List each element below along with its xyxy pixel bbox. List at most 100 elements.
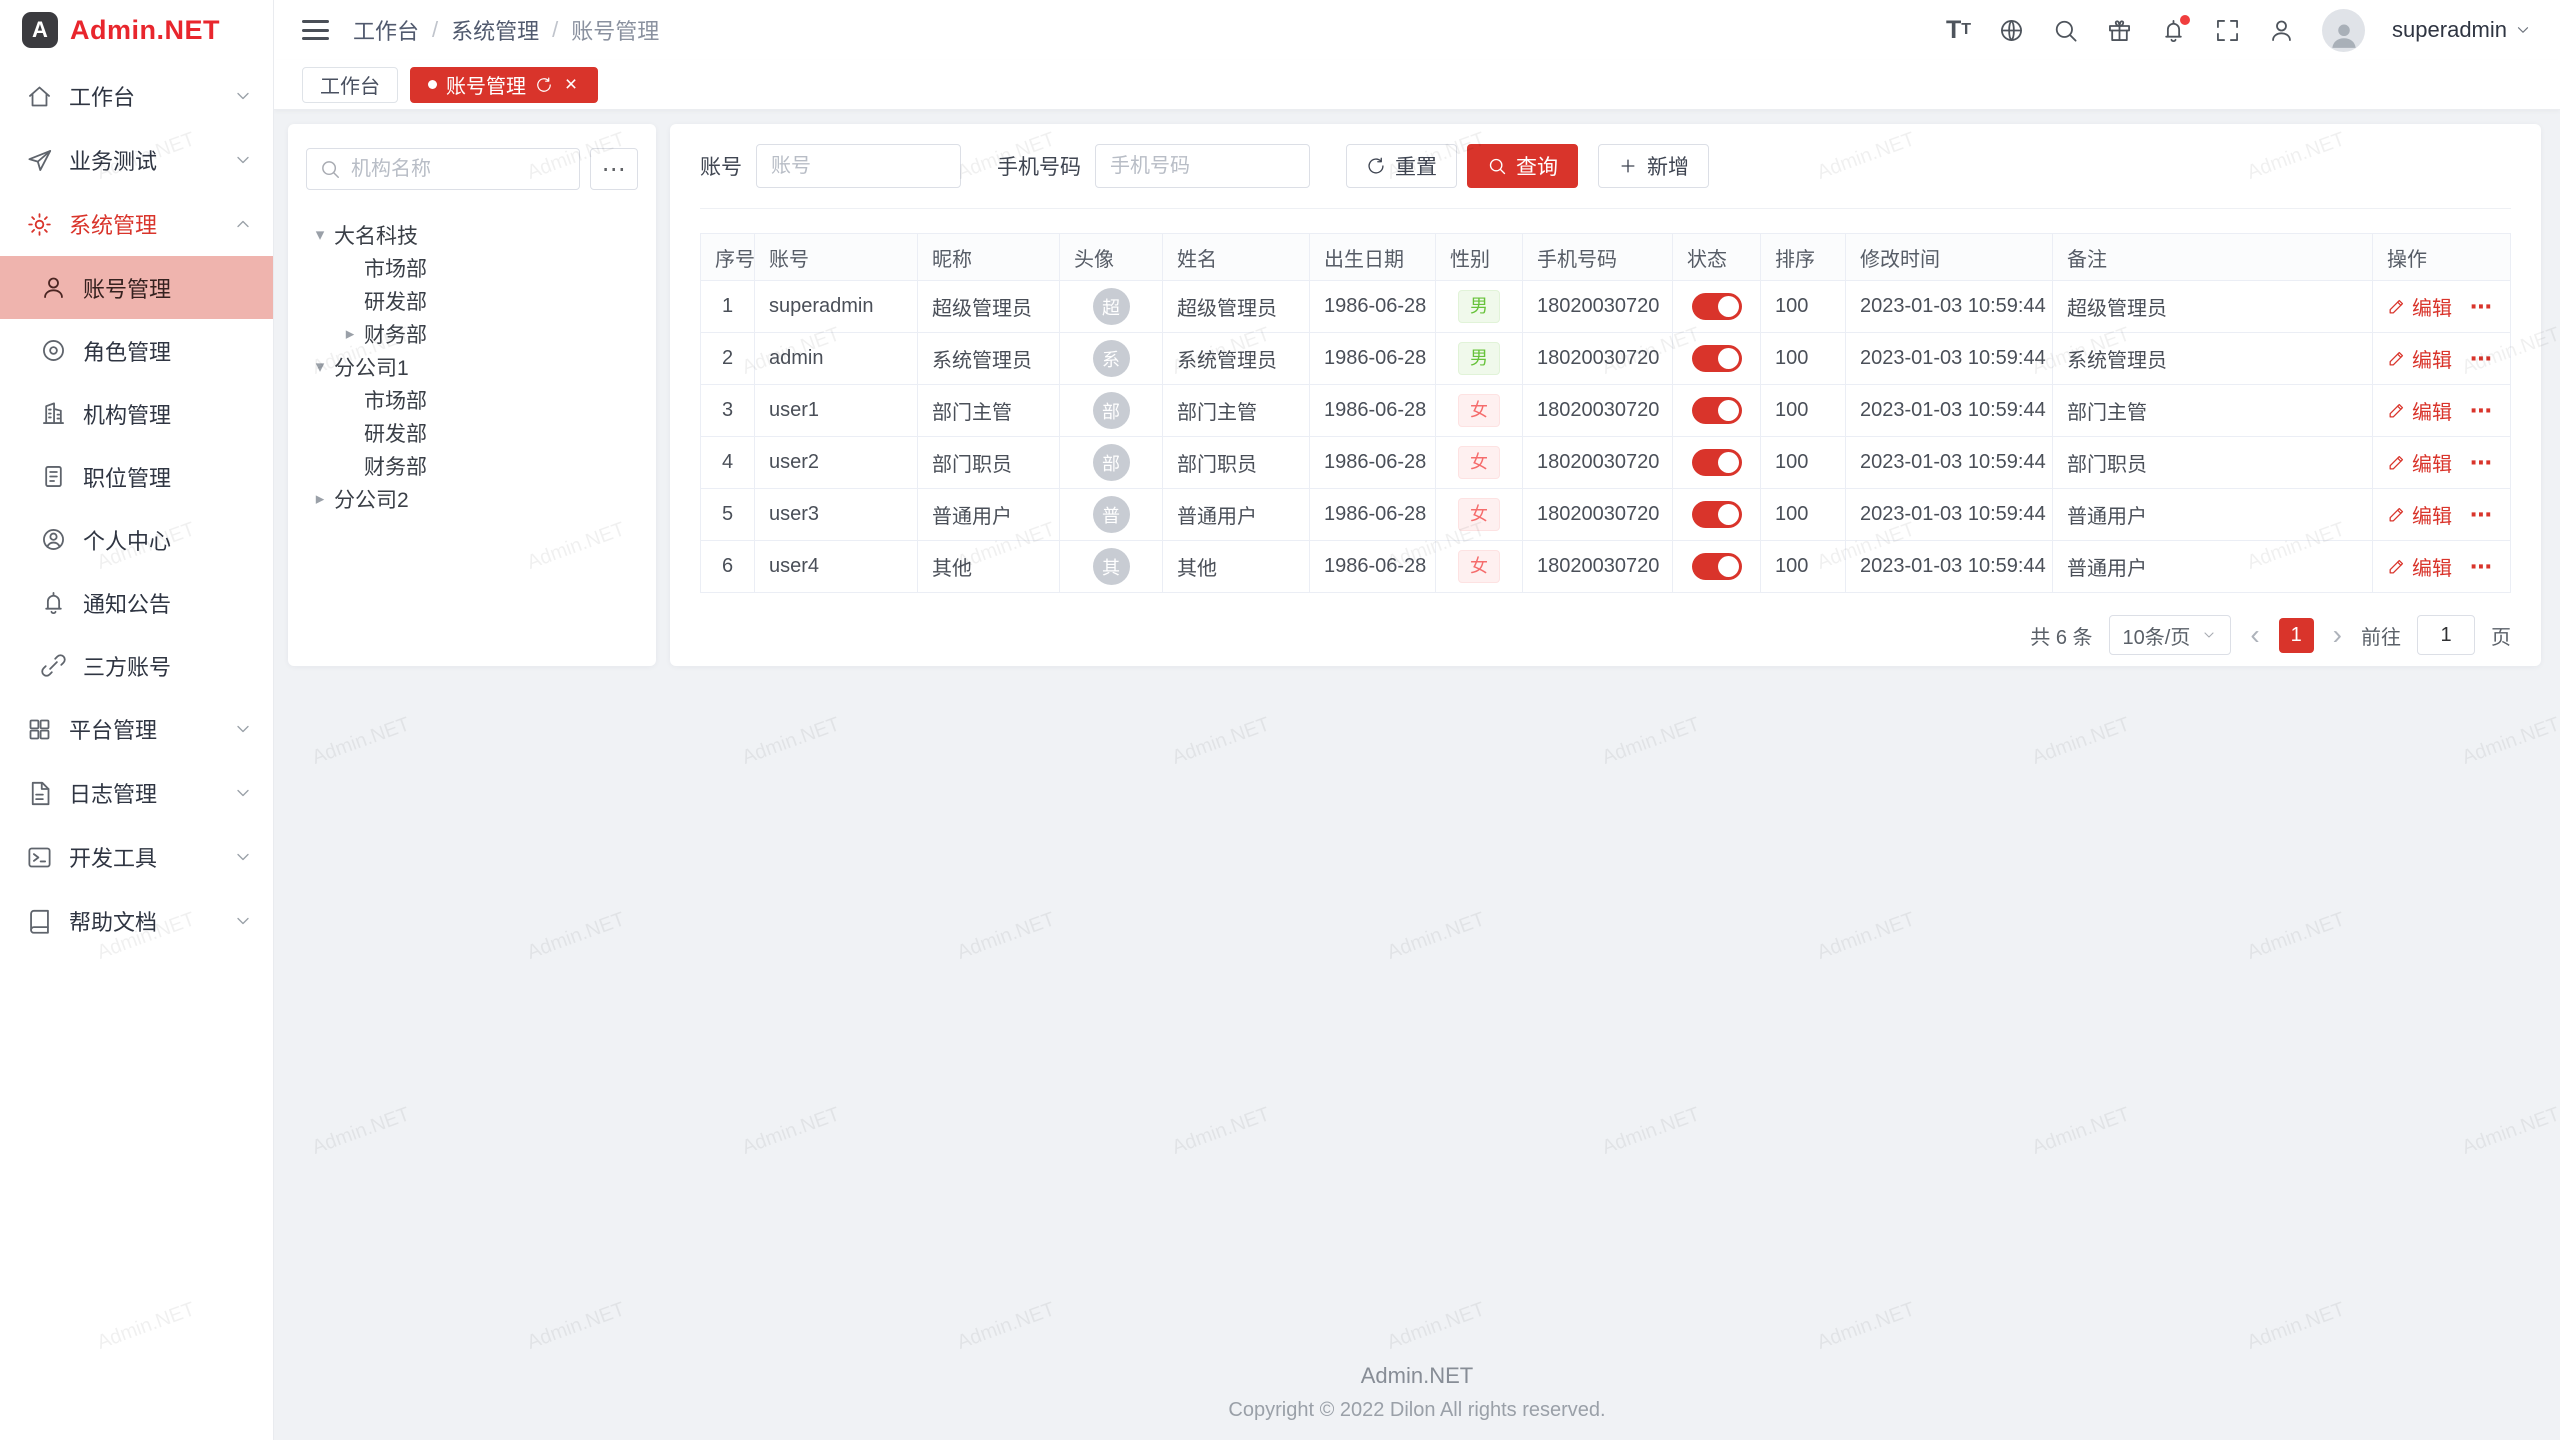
cell-modified: 2023-01-03 10:59:44	[1846, 333, 2053, 385]
sidebar-subitem-notice[interactable]: 通知公告	[0, 571, 273, 634]
row-more-button[interactable]: ⋯	[2470, 346, 2493, 371]
next-page-button[interactable]: ›	[2330, 621, 2345, 649]
sidebar-subitem-account-manage[interactable]: 账号管理	[0, 256, 273, 319]
status-toggle[interactable]	[1692, 553, 1742, 580]
search-button[interactable]: 查询	[1467, 144, 1578, 188]
row-more-button[interactable]: ⋯	[2470, 502, 2493, 527]
profile-user-icon[interactable]	[2268, 17, 2295, 44]
edit-button[interactable]: 编辑	[2387, 344, 2452, 373]
status-toggle[interactable]	[1692, 293, 1742, 320]
row-avatar: 系	[1093, 340, 1130, 377]
status-toggle[interactable]	[1692, 345, 1742, 372]
tree-node[interactable]: 市场部	[306, 251, 638, 284]
tree-node[interactable]: 研发部	[306, 284, 638, 317]
search-icon[interactable]	[2052, 17, 2079, 44]
sidebar-item-system-manage[interactable]: 系统管理	[0, 192, 273, 256]
edit-button[interactable]: 编辑	[2387, 552, 2452, 581]
menu-collapse-icon[interactable]	[302, 20, 329, 40]
status-toggle[interactable]	[1692, 501, 1742, 528]
sidebar-item-log-manage[interactable]: 日志管理	[0, 761, 273, 825]
breadcrumb-item[interactable]: 工作台	[353, 14, 419, 46]
tree-node[interactable]: 研发部	[306, 416, 638, 449]
org-search-input[interactable]	[306, 148, 580, 190]
font-size-icon[interactable]: TT	[1946, 17, 1971, 44]
sidebar-subitem-role-manage[interactable]: 角色管理	[0, 319, 273, 382]
sidebar-subitem-label: 三方账号	[83, 650, 253, 682]
user-menu[interactable]: superadmin	[2392, 17, 2532, 43]
caret-down-icon[interactable]: ▾	[306, 225, 334, 245]
goto-page-input[interactable]	[2417, 615, 2475, 655]
cell-account: user1	[755, 385, 918, 437]
page-size-select[interactable]: 10条/页	[2109, 615, 2232, 655]
breadcrumb-item[interactable]: 账号管理	[571, 14, 659, 46]
language-icon[interactable]	[1998, 17, 2025, 44]
tree-more-button[interactable]: ⋯	[590, 148, 638, 190]
tab-refresh-icon[interactable]	[535, 76, 553, 94]
topbar: 工作台/系统管理/账号管理 TT superadmin	[274, 0, 2560, 60]
cell-operations: 编辑 ⋯	[2373, 489, 2511, 541]
row-more-button[interactable]: ⋯	[2470, 554, 2493, 579]
breadcrumb-item[interactable]: 系统管理	[451, 14, 539, 46]
sidebar-subitem-position-manage[interactable]: 职位管理	[0, 445, 273, 508]
topbar-actions: TT superadmin	[1946, 9, 2532, 52]
edit-button[interactable]: 编辑	[2387, 292, 2452, 321]
phone-input[interactable]	[1095, 144, 1310, 188]
app-root: A Admin.NET 工作台业务测试系统管理账号管理角色管理机构管理职位管理个…	[0, 0, 2560, 1440]
tree-node[interactable]: ▸分公司2	[306, 482, 638, 515]
row-more-button[interactable]: ⋯	[2470, 294, 2493, 319]
add-button[interactable]: 新增	[1598, 144, 1709, 188]
sidebar-item-business-test[interactable]: 业务测试	[0, 128, 273, 192]
sidebar-item-platform-manage[interactable]: 平台管理	[0, 697, 273, 761]
breadcrumb-separator: /	[552, 17, 558, 43]
notification-bell-icon[interactable]	[2160, 17, 2187, 44]
plus-icon	[1618, 156, 1638, 176]
cell-modified: 2023-01-03 10:59:44	[1846, 541, 2053, 593]
tab-close-icon[interactable]: ×	[562, 76, 580, 94]
edit-button[interactable]: 编辑	[2387, 448, 2452, 477]
page-button-1[interactable]: 1	[2279, 618, 2314, 653]
tree-node[interactable]: 财务部	[306, 449, 638, 482]
cell-avatar: 系	[1060, 333, 1163, 385]
status-toggle[interactable]	[1692, 397, 1742, 424]
tree-node[interactable]: ▾大名科技	[306, 218, 638, 251]
edit-button[interactable]: 编辑	[2387, 500, 2452, 529]
cell-operations: 编辑 ⋯	[2373, 541, 2511, 593]
row-avatar: 其	[1093, 548, 1130, 585]
tree-node[interactable]: ▾分公司1	[306, 350, 638, 383]
edit-icon	[2387, 557, 2406, 576]
account-input[interactable]	[756, 144, 961, 188]
cell-sort: 100	[1761, 385, 1846, 437]
edit-button[interactable]: 编辑	[2387, 396, 2452, 425]
sidebar-subitem-label: 职位管理	[83, 461, 253, 493]
table-body: 1superadmin超级管理员超超级管理员1986-06-28男1802003…	[701, 281, 2511, 593]
caret-right-icon[interactable]: ▸	[306, 489, 334, 509]
row-avatar: 部	[1093, 444, 1130, 481]
sidebar-menu: 工作台业务测试系统管理账号管理角色管理机构管理职位管理个人中心通知公告三方账号平…	[0, 60, 273, 1440]
sidebar-subitem-org-manage[interactable]: 机构管理	[0, 382, 273, 445]
tab-account-manage[interactable]: 账号管理×	[410, 67, 598, 103]
sidebar-item-help-docs[interactable]: 帮助文档	[0, 889, 273, 953]
home-icon	[26, 83, 53, 110]
row-more-button[interactable]: ⋯	[2470, 398, 2493, 423]
gift-icon[interactable]	[2106, 17, 2133, 44]
app-logo[interactable]: A Admin.NET	[0, 0, 273, 60]
status-toggle[interactable]	[1692, 449, 1742, 476]
tree-node[interactable]: ▸财务部	[306, 317, 638, 350]
row-more-button[interactable]: ⋯	[2470, 450, 2493, 475]
tree-node[interactable]: 市场部	[306, 383, 638, 416]
column-header: 修改时间	[1846, 234, 2053, 281]
prev-page-button[interactable]: ‹	[2247, 621, 2262, 649]
tab-workbench[interactable]: 工作台	[302, 67, 398, 103]
cell-name: 部门职员	[1163, 437, 1310, 489]
sidebar-subitem-personal-center[interactable]: 个人中心	[0, 508, 273, 571]
sidebar-item-dev-tools[interactable]: 开发工具	[0, 825, 273, 889]
sidebar-item-workbench[interactable]: 工作台	[0, 64, 273, 128]
edit-icon	[2387, 453, 2406, 472]
cell-avatar: 超	[1060, 281, 1163, 333]
caret-right-icon[interactable]: ▸	[336, 324, 364, 344]
caret-down-icon[interactable]: ▾	[306, 357, 334, 377]
user-avatar[interactable]	[2322, 9, 2365, 52]
reset-button[interactable]: 重置	[1346, 144, 1457, 188]
sidebar-subitem-third-account[interactable]: 三方账号	[0, 634, 273, 697]
fullscreen-icon[interactable]	[2214, 17, 2241, 44]
